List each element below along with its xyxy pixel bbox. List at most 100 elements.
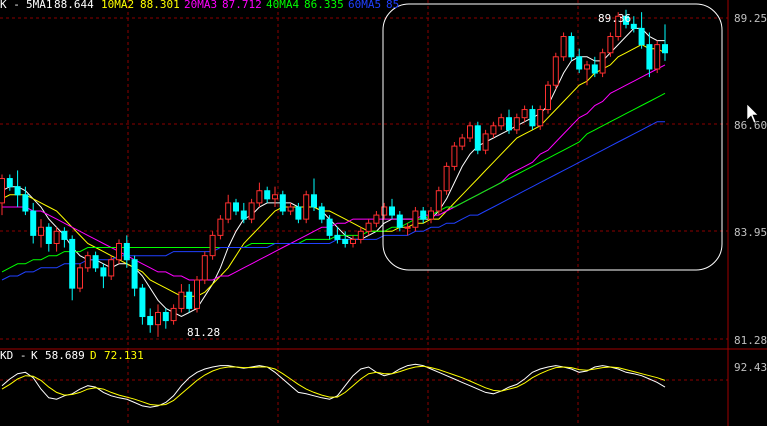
candle-body	[467, 125, 473, 139]
candle[interactable]	[38, 219, 44, 248]
header-indicator-ma1: 5MA1 88.644	[26, 0, 94, 11]
kd-k-value: 58.689	[45, 349, 85, 362]
candle[interactable]	[545, 81, 551, 114]
candle[interactable]	[162, 308, 169, 329]
candle[interactable]	[131, 255, 138, 297]
candle[interactable]	[194, 275, 200, 313]
candle[interactable]	[69, 235, 76, 301]
candle[interactable]	[170, 304, 177, 325]
candle[interactable]	[404, 223, 411, 236]
candle[interactable]	[61, 227, 68, 248]
candle[interactable]	[6, 174, 13, 191]
candle[interactable]	[279, 190, 286, 216]
candle[interactable]	[0, 174, 5, 216]
candle[interactable]	[443, 162, 450, 195]
candle[interactable]	[599, 48, 606, 78]
highlight-box	[382, 3, 723, 271]
candle[interactable]	[30, 202, 37, 244]
candle[interactable]	[209, 231, 216, 260]
candle[interactable]	[498, 113, 505, 130]
candle-body	[186, 291, 193, 309]
candle[interactable]	[92, 251, 99, 272]
candle[interactable]	[560, 32, 567, 61]
candle[interactable]	[272, 186, 278, 207]
ma1-name: 5MA1	[26, 0, 53, 11]
candle[interactable]	[155, 304, 161, 337]
ma2-name: 10MA2	[101, 0, 134, 11]
candle[interactable]	[116, 239, 122, 264]
candle-body	[147, 316, 154, 326]
candle[interactable]	[482, 129, 489, 155]
candle[interactable]	[467, 121, 473, 143]
candle-body	[630, 23, 637, 29]
candle[interactable]	[217, 215, 224, 240]
candle[interactable]	[357, 227, 364, 244]
candle[interactable]	[147, 308, 154, 333]
candle[interactable]	[201, 251, 208, 285]
candle[interactable]	[225, 194, 232, 224]
candle[interactable]	[568, 32, 575, 61]
candle-body	[116, 242, 122, 261]
candle[interactable]	[654, 40, 661, 74]
candle[interactable]	[326, 215, 333, 240]
candle[interactable]	[513, 113, 520, 134]
candle-body	[272, 194, 278, 200]
candle[interactable]	[240, 202, 247, 224]
candle[interactable]	[108, 255, 115, 281]
candle[interactable]	[435, 186, 442, 216]
candle[interactable]	[389, 198, 395, 220]
candle[interactable]	[318, 202, 325, 224]
candle[interactable]	[381, 202, 388, 220]
candle-body	[365, 222, 372, 232]
candle[interactable]	[607, 32, 614, 57]
candle[interactable]	[552, 52, 559, 90]
candle[interactable]	[53, 227, 60, 252]
candle[interactable]	[350, 235, 356, 248]
candle[interactable]	[186, 284, 193, 313]
stock-chart[interactable]: K - 5MA1 88.644 10MA2 88.301 20MA3 87.71…	[0, 0, 767, 426]
candle[interactable]	[178, 284, 185, 313]
candle[interactable]	[365, 219, 372, 236]
candle[interactable]	[646, 32, 653, 78]
candle[interactable]	[521, 105, 528, 122]
candle-body	[123, 242, 130, 261]
candle[interactable]	[420, 206, 427, 224]
candle[interactable]	[529, 105, 536, 130]
candle[interactable]	[451, 142, 458, 171]
candle[interactable]	[139, 284, 146, 325]
header-indicator-ma4: 40MA4 86.335	[266, 0, 344, 11]
candle[interactable]	[537, 105, 544, 130]
candle[interactable]	[459, 133, 466, 151]
candle[interactable]	[490, 121, 497, 138]
candle-body	[498, 117, 505, 127]
candle[interactable]	[22, 186, 29, 216]
kd-oscillator-lines	[1, 363, 666, 408]
candle-body	[233, 202, 239, 212]
candle[interactable]	[233, 198, 239, 216]
candle[interactable]	[412, 206, 419, 232]
candle-body	[591, 64, 598, 74]
candle[interactable]	[45, 223, 52, 252]
candle[interactable]	[264, 186, 271, 203]
candle[interactable]	[373, 211, 380, 228]
candle[interactable]	[100, 263, 107, 289]
candle[interactable]	[311, 178, 317, 212]
candle-body	[326, 218, 333, 236]
candle[interactable]	[662, 24, 668, 61]
candle[interactable]	[428, 206, 434, 224]
candle[interactable]	[506, 109, 512, 134]
candle[interactable]	[303, 190, 310, 224]
candle-body	[428, 210, 434, 220]
candle[interactable]	[256, 182, 263, 207]
candle-body	[513, 117, 520, 131]
candle[interactable]	[576, 48, 583, 74]
candle-body	[552, 56, 559, 86]
candle[interactable]	[77, 263, 83, 293]
candle[interactable]	[84, 251, 91, 272]
candle[interactable]	[287, 202, 294, 216]
candle[interactable]	[474, 121, 481, 155]
candle[interactable]	[14, 170, 21, 207]
candle[interactable]	[248, 198, 255, 224]
candlestick-series[interactable]	[0, 9, 668, 337]
candle-body	[334, 234, 341, 240]
